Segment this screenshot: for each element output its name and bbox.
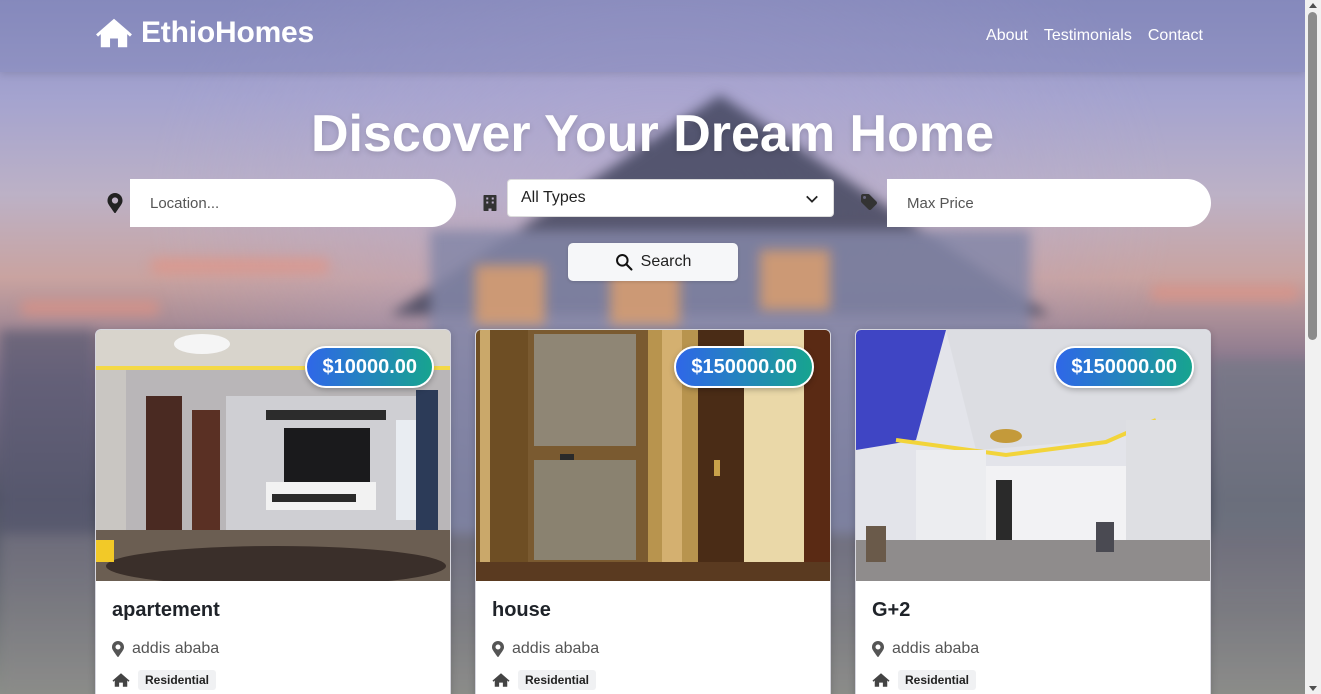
home-icon [112, 673, 130, 687]
building-icon [483, 195, 497, 211]
max-price-input[interactable] [887, 179, 1211, 227]
home-icon [872, 673, 890, 687]
brand-name: EthioHomes [141, 16, 315, 49]
chevron-down-icon [806, 195, 818, 203]
scroll-down-arrow[interactable] [1309, 686, 1317, 691]
search-bar: All Types [0, 179, 1305, 229]
bg-window [760, 250, 830, 310]
navbar: EthioHomes About Testimonials Contact [0, 0, 1305, 72]
listing-info: apartement addis ababa Residential [96, 581, 450, 694]
map-marker-icon [107, 193, 123, 213]
listing-info: house addis ababa Residential [476, 581, 830, 694]
bg-cloud [150, 258, 330, 274]
nav-link-testimonials[interactable]: Testimonials [1044, 27, 1132, 45]
search-button[interactable]: Search [568, 243, 738, 281]
listing-type: Residential [492, 670, 814, 690]
listing-location-text: addis ababa [512, 640, 600, 657]
nav-link-contact[interactable]: Contact [1148, 27, 1203, 45]
tag-icon [861, 194, 877, 210]
search-button-label: Search [640, 253, 692, 270]
bg-window [475, 265, 545, 325]
hero-title: Discover Your Dream Home [310, 105, 994, 163]
price-badge: $150000.00 [674, 346, 814, 388]
nav-link-about[interactable]: About [986, 27, 1028, 45]
listing-card[interactable]: $150000.00 house addis ababa Residential [475, 329, 831, 694]
brand-logo[interactable]: EthioHomes [95, 14, 314, 52]
house-icon [96, 18, 132, 48]
listing-location-text: addis ababa [132, 640, 220, 657]
listing-location-text: addis ababa [892, 640, 980, 657]
map-marker-icon [492, 641, 504, 657]
listing-info: G+2 addis ababa Residential [856, 581, 1210, 694]
listing-location: addis ababa [492, 640, 814, 658]
listing-location: addis ababa [112, 640, 434, 658]
bg-cloud [1150, 285, 1300, 301]
listing-type: Residential [112, 670, 434, 690]
listing-title: apartement [112, 599, 220, 621]
nav-links: About Testimonials Contact [986, 27, 1203, 45]
location-input[interactable] [130, 179, 456, 227]
type-badge: Residential [138, 670, 217, 690]
type-badge: Residential [518, 670, 597, 690]
listing-type: Residential [872, 670, 1194, 690]
bg-cloud [20, 300, 160, 316]
listing-location: addis ababa [872, 640, 1194, 658]
scroll-up-arrow[interactable] [1309, 3, 1317, 8]
home-icon [492, 673, 510, 687]
search-icon [615, 254, 633, 271]
listing-title: G+2 [872, 599, 911, 621]
listing-card[interactable]: $150000.00 G+2 addis ababa Residential [855, 329, 1211, 694]
price-badge: $150000.00 [1054, 346, 1194, 388]
page-scrollbar[interactable] [1305, 0, 1321, 694]
listing-title: house [492, 599, 551, 621]
type-select-value: All Types [521, 189, 586, 206]
map-marker-icon [112, 641, 124, 657]
price-badge: $10000.00 [305, 346, 434, 388]
scroll-thumb[interactable] [1308, 12, 1317, 340]
map-marker-icon [872, 641, 884, 657]
type-select[interactable]: All Types [507, 179, 834, 217]
type-badge: Residential [898, 670, 977, 690]
listing-grid: $10000.00 apartement addis ababa Residen… [95, 329, 1211, 694]
listing-card[interactable]: $10000.00 apartement addis ababa Residen… [95, 329, 451, 694]
